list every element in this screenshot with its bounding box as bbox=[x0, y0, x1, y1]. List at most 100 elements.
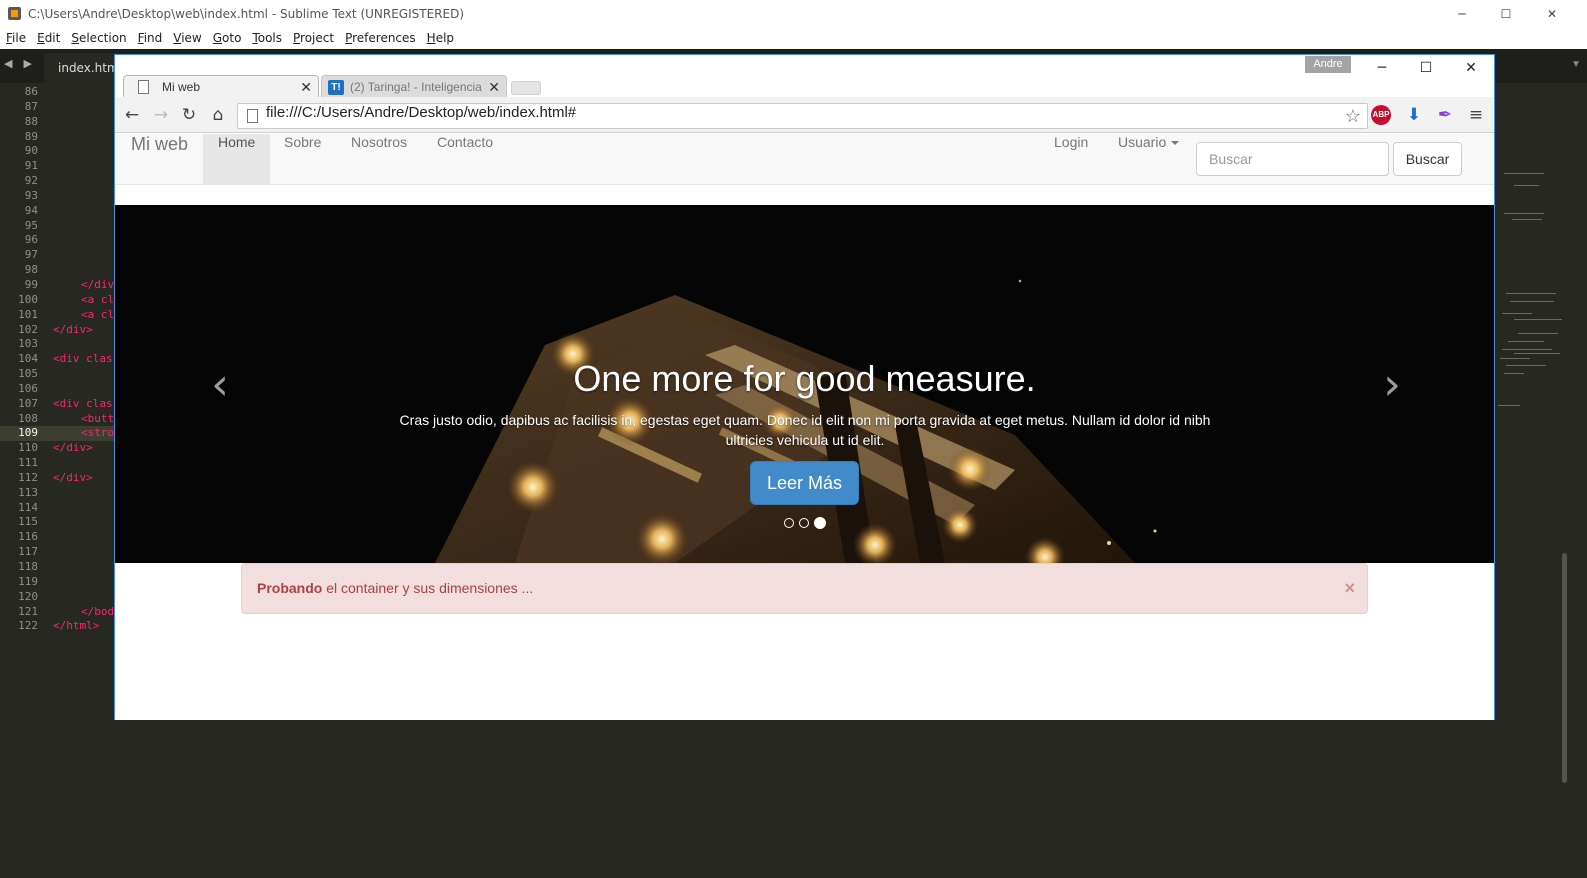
search-input[interactable] bbox=[1196, 142, 1389, 176]
code-line[interactable] bbox=[53, 130, 123, 145]
alert-close-icon[interactable]: × bbox=[1344, 564, 1355, 613]
nav-login[interactable]: Login bbox=[1039, 134, 1103, 184]
code-line[interactable] bbox=[53, 144, 123, 159]
tab-close-icon[interactable]: ✕ bbox=[484, 76, 500, 98]
code-line[interactable] bbox=[53, 100, 123, 115]
code-line[interactable] bbox=[53, 456, 123, 471]
code-line[interactable]: </div> bbox=[53, 441, 123, 456]
carousel-indicator-active[interactable] bbox=[814, 517, 826, 529]
code-line[interactable] bbox=[53, 560, 123, 575]
code-line[interactable] bbox=[53, 590, 123, 605]
line-number: 109 bbox=[18, 426, 38, 440]
url-text[interactable]: file:///C:/Users/Andre/Desktop/web/index… bbox=[266, 104, 576, 121]
tab-close-icon[interactable]: ✕ bbox=[300, 76, 312, 99]
code-line[interactable]: </div> bbox=[53, 323, 123, 338]
adblock-icon[interactable]: ABP bbox=[1371, 105, 1391, 125]
menu-selection[interactable]: Selection bbox=[66, 28, 131, 48]
code-line[interactable] bbox=[53, 486, 123, 501]
minimize-icon[interactable]: ─ bbox=[1439, 0, 1485, 28]
new-tab-button[interactable] bbox=[511, 81, 541, 95]
nav-nosotros[interactable]: Nosotros bbox=[336, 134, 422, 184]
line-number: 101 bbox=[18, 307, 38, 321]
browser-minimize-icon[interactable]: ─ bbox=[1360, 57, 1404, 79]
code-line[interactable]: </div> bbox=[53, 471, 123, 486]
carousel-indicator[interactable] bbox=[784, 518, 794, 528]
editor-scrollbar[interactable] bbox=[1562, 553, 1567, 783]
code-text: <a cl bbox=[81, 292, 115, 306]
carousel-indicator[interactable] bbox=[799, 518, 809, 528]
code-line[interactable] bbox=[53, 382, 123, 397]
code-line[interactable] bbox=[53, 337, 123, 352]
menu-project[interactable]: Project bbox=[288, 28, 339, 48]
code-line[interactable] bbox=[53, 545, 123, 560]
nav-sobre[interactable]: Sobre bbox=[269, 134, 336, 184]
code-text: <butt bbox=[81, 411, 115, 425]
browser-maximize-icon[interactable]: ☐ bbox=[1404, 57, 1448, 79]
editor-window-title: C:\Users\Andre\Desktop\web\index.html - … bbox=[28, 7, 465, 21]
line-number: 102 bbox=[18, 322, 38, 336]
code-line[interactable] bbox=[53, 159, 123, 174]
code-line[interactable] bbox=[53, 189, 123, 204]
code-line[interactable] bbox=[53, 85, 123, 100]
code-line[interactable]: </div bbox=[53, 278, 123, 293]
pen-icon[interactable]: ✒ bbox=[1434, 104, 1456, 126]
code-line[interactable] bbox=[53, 115, 123, 130]
menu-goto[interactable]: Goto bbox=[208, 28, 247, 48]
minimap-line bbox=[1504, 173, 1544, 174]
code-line[interactable]: <div clas bbox=[53, 352, 123, 367]
nav-home[interactable]: Home bbox=[203, 134, 271, 184]
code-line[interactable]: <div clas bbox=[53, 397, 123, 412]
tab-dropdown-icon[interactable]: ▼ bbox=[1571, 59, 1581, 70]
download-icon[interactable]: ⬇ bbox=[1403, 104, 1425, 126]
editor-tab-index[interactable]: index.html bbox=[44, 53, 124, 83]
read-more-button[interactable]: Leer Más bbox=[750, 461, 859, 505]
menu-icon[interactable]: ≡ bbox=[1465, 104, 1487, 126]
forward-icon[interactable]: → bbox=[150, 104, 172, 126]
code-line[interactable]: <stro bbox=[53, 426, 123, 441]
profile-badge[interactable]: Andre bbox=[1305, 56, 1351, 73]
editor-menubar: File Edit Selection Find View Goto Tools Projec… bbox=[0, 28, 1587, 49]
code-line[interactable] bbox=[53, 248, 123, 263]
code-line[interactable] bbox=[53, 515, 123, 530]
address-bar[interactable]: file:///C:/Users/Andre/Desktop/web/index… bbox=[237, 103, 1368, 129]
code-line[interactable] bbox=[53, 174, 123, 189]
code-line[interactable]: </bod bbox=[53, 605, 123, 620]
menu-tools[interactable]: Tools bbox=[247, 28, 287, 48]
close-icon[interactable]: ✕ bbox=[1529, 0, 1575, 28]
nav-contacto[interactable]: Contacto bbox=[422, 134, 508, 184]
code-line[interactable] bbox=[53, 575, 123, 590]
code-line[interactable] bbox=[53, 263, 123, 278]
menu-file[interactable]: File bbox=[1, 28, 31, 48]
menu-help[interactable]: Help bbox=[422, 28, 459, 48]
browser-tab-taringa[interactable]: T! (2) Taringa! - Inteligencia c ✕ bbox=[321, 75, 507, 98]
menu-find[interactable]: Find bbox=[133, 28, 168, 48]
code-line[interactable]: <a cl bbox=[53, 308, 123, 323]
code-line[interactable] bbox=[53, 219, 123, 234]
menu-edit[interactable]: Edit bbox=[32, 28, 65, 48]
code-line[interactable]: <a cl bbox=[53, 293, 123, 308]
browser-tab-mi-web[interactable]: Mi web ✕ bbox=[123, 75, 319, 98]
menu-preferences[interactable]: Preferences bbox=[340, 28, 421, 48]
code-line[interactable]: </html> bbox=[53, 619, 123, 634]
menu-view[interactable]: View bbox=[168, 28, 206, 48]
code-line[interactable] bbox=[53, 204, 123, 219]
code-line[interactable] bbox=[53, 530, 123, 545]
code-line[interactable]: <butt bbox=[53, 412, 123, 427]
code-area[interactable]: </div <a cl <a cl </div> <div clas <div clas <… bbox=[53, 85, 123, 634]
bookmark-star-icon[interactable]: ☆ bbox=[1345, 104, 1361, 128]
user-dropdown[interactable]: Usuario bbox=[1103, 134, 1194, 184]
code-line[interactable] bbox=[53, 233, 123, 248]
line-number: 96 bbox=[24, 233, 38, 247]
maximize-icon[interactable]: ☐ bbox=[1483, 0, 1529, 28]
code-line[interactable] bbox=[53, 367, 123, 382]
code-line[interactable] bbox=[53, 501, 123, 516]
back-icon[interactable]: ← bbox=[121, 104, 143, 126]
minimap[interactable] bbox=[1494, 173, 1564, 413]
home-icon[interactable]: ⌂ bbox=[207, 104, 229, 126]
tab-navigation-arrows-icon[interactable]: ◀ ▶ bbox=[4, 57, 36, 70]
search-button[interactable]: Buscar bbox=[1393, 142, 1462, 176]
reload-icon[interactable]: ↻ bbox=[178, 104, 200, 126]
site-brand[interactable]: Mi web bbox=[131, 134, 188, 155]
line-number: 104 bbox=[18, 352, 38, 366]
browser-close-icon[interactable]: ✕ bbox=[1449, 57, 1493, 79]
